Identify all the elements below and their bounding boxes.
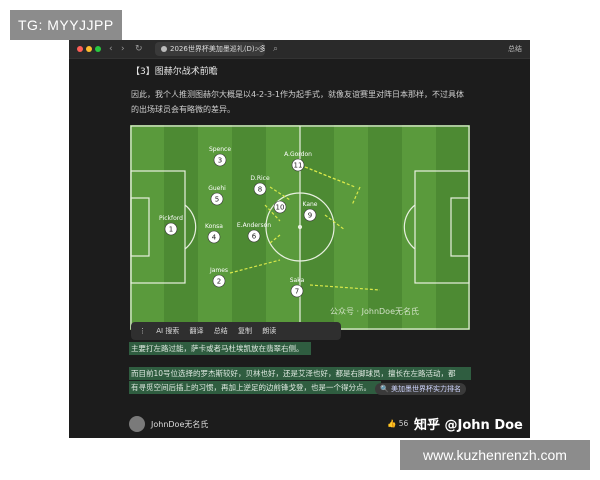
summary-button[interactable]: 总结 [508,42,522,56]
title-bar: ‹ › ↻ 2026世界杯美加墨巡礼(D): 多… × ⌕ 总结 [69,40,530,59]
forward-arrow-icon[interactable]: › [121,42,125,56]
player-name: A.Gordon [284,151,312,158]
read-aloud-button[interactable]: 朗读 [262,327,276,335]
author-name[interactable]: JohnDoe无名氏 [151,419,208,430]
zhihu-brand-watermark: 知乎 @John Doe [414,418,523,433]
player-name: D.Rice [250,175,270,182]
browser-window: ‹ › ↻ 2026世界杯美加墨巡礼(D): 多… × ⌕ 总结 【3】图赫尔战… [69,40,530,438]
player-number: 8 [258,186,262,194]
player-number: 5 [215,196,219,204]
grass-stripe [436,125,470,330]
player-number: 2 [217,278,221,286]
section-heading: 【3】图赫尔战术前瞻 [131,67,218,77]
bottom-watermark: www.kuzhenrenzh.com [400,440,590,470]
player-name: Pickford [159,215,183,222]
back-arrow-icon[interactable]: ‹ [109,42,113,56]
player-name: Saka [290,277,305,284]
grass-stripe [402,125,436,330]
like-icon: 👍 [387,419,397,428]
maximize-window-button[interactable] [95,46,101,52]
player-name: E.Anderson [237,222,271,229]
player-name: Spence [209,146,231,153]
player-number: 6 [252,233,257,241]
grass-stripe [368,125,402,330]
ai-search-button[interactable]: AI 搜索 [156,327,179,335]
reload-icon[interactable]: ↻ [135,42,143,56]
search-icon[interactable]: ⌕ [273,42,278,56]
player-number: 9 [308,212,312,220]
player-marker: 10 [273,200,287,214]
player-name: James [209,267,228,274]
drag-handle-icon[interactable]: ⋮ [139,327,146,335]
tab-title: 2026世界杯美加墨巡礼(D): 多… [170,45,265,53]
close-window-button[interactable] [77,46,83,52]
top-watermark: TG: MYYJJPP [10,10,122,40]
rank-link-tag[interactable]: 🔍 美加墨世界杯实力排名 [375,383,466,395]
copy-button[interactable]: 复制 [238,327,252,335]
player-name: Guehi [208,185,226,192]
highlight-line-2: 而目前10号位选择的罗杰斯较好，贝林也好，还是艾泽也好，都是右脚球员，擅长在左路… [129,367,471,380]
close-tab-icon[interactable]: × [255,42,261,56]
player-number: 3 [218,157,222,165]
player-number: 7 [295,288,299,296]
center-spot [297,224,303,230]
avatar[interactable] [129,416,145,432]
like-count[interactable]: 👍 56 [387,419,408,428]
grass-stripe [130,125,164,330]
player-number: 10 [276,204,285,212]
player-number: 11 [294,162,303,170]
translate-button[interactable]: 翻译 [190,327,204,335]
selection-toolbar: ⋮ AI 搜索 翻译 总结 复制 朗读 [131,322,341,340]
minimize-window-button[interactable] [86,46,92,52]
player-name: Konsa [205,223,223,230]
article-paragraph: 因此，我个人推测图赫尔大概是以4-2-3-1作为起手式，就像友谊赛里对阵日本那样… [131,90,465,114]
highlight-line-3: 有寻觅空间后插上的习惯，再加上逆足的边前锋戈登，也是一个得分点。 [129,381,381,394]
summary-tool-button[interactable]: 总结 [214,327,228,335]
browser-tab[interactable]: 2026世界杯美加墨巡礼(D): 多… × [155,42,265,56]
grass-stripe [334,125,368,330]
highlight-line-1: 主要打左路过能，萨卡或者马杜埃凯放在翡翠右侧。 [129,342,311,355]
pitch-watermark: 公众号 · JohnDoe无名氏 [330,306,419,316]
rank-link-label: 美加墨世界杯实力排名 [390,385,461,393]
player-name: Kane [303,201,318,208]
tactics-pitch-image: 3 Spence 11 A.Gordon 8 D.Rice 5 Guehi 10 9 Kane 1 Pi… [130,125,470,330]
tab-favicon-icon [161,46,167,52]
player-number: 1 [169,226,173,234]
player-number: 4 [212,234,217,242]
article-footer: JohnDoe无名氏 👍 56 ↗ 72 知乎 @John Doe [69,412,530,438]
